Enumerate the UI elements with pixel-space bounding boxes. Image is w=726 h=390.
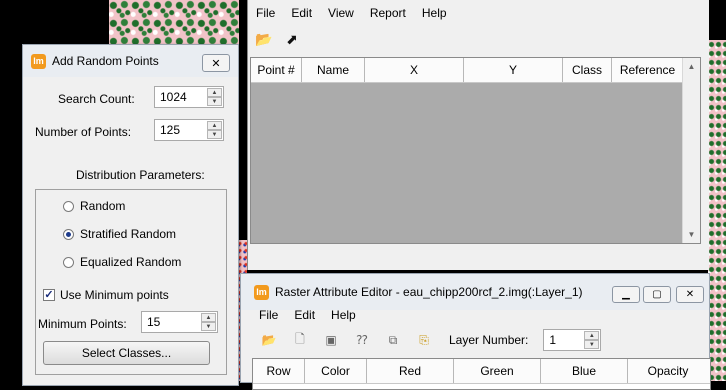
column-header-name[interactable]: Name xyxy=(302,58,365,82)
open-folder-icon[interactable]: 📂 xyxy=(254,29,274,49)
menu-report[interactable]: Report xyxy=(362,6,414,20)
spin-up-icon[interactable]: ▲ xyxy=(584,331,600,340)
column-header-x[interactable]: X xyxy=(365,58,464,82)
maximize-icon[interactable]: ▢ xyxy=(643,286,671,303)
number-of-points-stepper[interactable]: 125 ▲ ▼ xyxy=(154,119,224,141)
layer-number-stepper[interactable]: 1 ▲ ▼ xyxy=(543,329,602,351)
map-canvas-fragment xyxy=(708,40,726,381)
spin-down-icon[interactable]: ▼ xyxy=(584,340,600,349)
column-header-blue[interactable]: Blue xyxy=(541,359,628,383)
table-header: Point # Name X Y Class Reference xyxy=(251,58,700,83)
dialog-title: Add Random Points xyxy=(52,54,159,68)
raster-attribute-editor-window: lm Raster Attribute Editor - eau_chipp20… xyxy=(240,273,711,390)
scroll-up-icon[interactable]: ▲ xyxy=(683,58,700,75)
attribute-table-header: Row Color Red Green Blue Opacity xyxy=(253,359,710,384)
use-minimum-points-checkbox[interactable]: ✓ Use Minimum points xyxy=(43,288,169,302)
column-header-opacity[interactable]: Opacity xyxy=(628,359,708,383)
query-icon[interactable]: ⁇ xyxy=(354,332,370,348)
spin-down-icon[interactable]: ▼ xyxy=(207,97,222,106)
toolbar: 📂 ⬈ xyxy=(248,26,709,52)
points-table: Point # Name X Y Class Reference ▲ ▼ xyxy=(250,57,701,244)
radio-equalized-random[interactable]: Equalized Random xyxy=(63,255,181,269)
menu-file[interactable]: File xyxy=(248,6,283,20)
checkmark-icon[interactable]: ✓ xyxy=(43,289,55,301)
menu-file[interactable]: File xyxy=(241,308,286,322)
number-of-points-label: Number of Points: xyxy=(35,125,132,139)
spin-down-icon[interactable]: ▼ xyxy=(201,322,216,331)
paste-icon[interactable]: ⎘ xyxy=(416,332,432,348)
column-header-class[interactable]: Class xyxy=(563,58,612,82)
distribution-parameters-heading: Distribution Parameters: xyxy=(76,168,205,182)
column-header-row[interactable]: Row xyxy=(253,359,305,383)
spin-up-icon[interactable]: ▲ xyxy=(207,121,222,130)
menu-bar: File Edit View Report Help xyxy=(248,2,709,24)
radio-button-selected-icon[interactable] xyxy=(63,228,74,240)
minimize-icon[interactable]: ▁ xyxy=(612,286,640,303)
radio-button-icon[interactable] xyxy=(63,200,74,212)
minimum-points-stepper[interactable]: 15 ▲ ▼ xyxy=(141,311,218,333)
vertical-scrollbar[interactable]: ▲ ▼ xyxy=(682,58,700,243)
map-canvas-fragment xyxy=(109,0,239,44)
column-header-green[interactable]: Green xyxy=(454,359,541,383)
spin-down-icon[interactable]: ▼ xyxy=(207,130,222,139)
pin-cursor-icon[interactable]: ⬈ xyxy=(282,29,302,49)
layer-number-value: 1 xyxy=(549,333,557,347)
search-count-stepper[interactable]: 1024 ▲ ▼ xyxy=(154,86,224,108)
app-logo-icon: lm xyxy=(31,53,46,69)
attribute-table: Row Color Red Green Blue Opacity xyxy=(252,358,711,390)
number-of-points-value: 125 xyxy=(160,123,181,137)
save-icon[interactable]: ▣ xyxy=(323,332,339,348)
menu-edit[interactable]: Edit xyxy=(286,308,323,322)
open-folder-icon[interactable]: 📂 xyxy=(261,332,277,348)
copy-icon[interactable]: ⧉ xyxy=(385,332,401,348)
menu-help[interactable]: Help xyxy=(323,308,364,322)
app-logo-icon: lm xyxy=(254,284,269,300)
column-header-point[interactable]: Point # xyxy=(251,58,302,82)
radio-equalized-random-label: Equalized Random xyxy=(80,255,182,269)
editor-toolbar: 📂 🗋 ▣ ⁇ ⧉ ⎘ Layer Number: 1 ▲ ▼ xyxy=(241,327,709,353)
radio-stratified-random[interactable]: Stratified Random xyxy=(63,227,176,241)
column-header-color[interactable]: Color xyxy=(305,359,367,383)
menu-edit[interactable]: Edit xyxy=(283,6,320,20)
radio-random-label: Random xyxy=(80,199,126,213)
accuracy-window: File Edit View Report Help 📂 ⬈ Point # N… xyxy=(247,0,709,270)
search-count-value: 1024 xyxy=(160,90,187,104)
spin-up-icon[interactable]: ▲ xyxy=(207,88,222,97)
minimum-points-value: 15 xyxy=(147,315,161,329)
spin-up-icon[interactable]: ▲ xyxy=(201,313,216,322)
use-minimum-points-label: Use Minimum points xyxy=(60,288,169,302)
layer-number-label: Layer Number: xyxy=(449,333,529,347)
column-header-red[interactable]: Red xyxy=(367,359,454,383)
radio-random[interactable]: Random xyxy=(63,199,125,213)
column-header-reference[interactable]: Reference xyxy=(612,58,684,82)
menu-help[interactable]: Help xyxy=(414,6,455,20)
editor-menu-bar: File Edit Help xyxy=(241,304,709,326)
menu-view[interactable]: View xyxy=(320,6,362,20)
close-icon[interactable]: ✕ xyxy=(676,286,704,303)
search-count-label: Search Count: xyxy=(58,92,135,106)
select-classes-button[interactable]: Select Classes... xyxy=(43,341,210,365)
add-random-points-dialog: lm Add Random Points ✕ Search Count: 102… xyxy=(22,44,239,386)
new-file-icon[interactable]: 🗋 xyxy=(292,332,308,348)
editor-title: Raster Attribute Editor - eau_chipp200rc… xyxy=(275,285,583,299)
minimum-points-label: Minimum Points: xyxy=(38,317,127,331)
radio-stratified-random-label: Stratified Random xyxy=(80,227,177,241)
radio-button-icon[interactable] xyxy=(63,256,74,268)
scroll-down-icon[interactable]: ▼ xyxy=(683,226,700,243)
dialog-titlebar: lm Add Random Points ✕ xyxy=(23,45,238,77)
column-header-y[interactable]: Y xyxy=(464,58,563,82)
close-icon[interactable]: ✕ xyxy=(202,54,230,72)
